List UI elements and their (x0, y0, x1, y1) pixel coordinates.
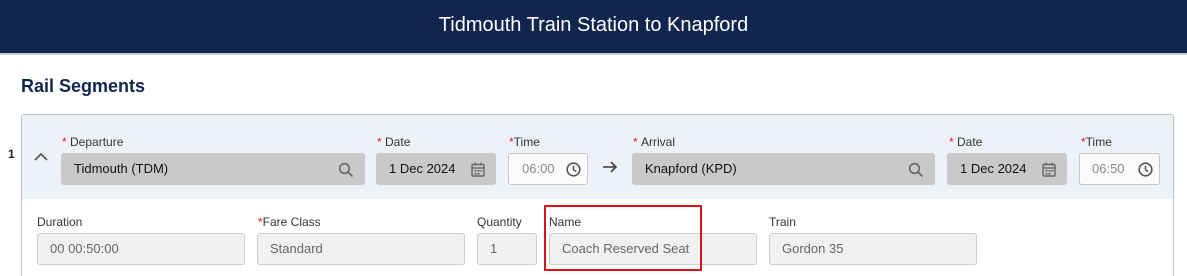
arrival-field[interactable]: Knapford (KPD) (632, 153, 935, 185)
train-value: Gordon 35 (782, 241, 844, 256)
fare-class-value: Standard (270, 241, 323, 256)
segment-number: 1 (8, 147, 15, 161)
search-icon[interactable] (908, 162, 924, 178)
fare-class-label-text: Fare Class (262, 215, 321, 229)
quantity-value: 1 (490, 241, 498, 256)
arrival-date-label: * Date (949, 135, 982, 149)
departure-time-label: *Time (509, 135, 540, 149)
duration-field[interactable]: 00 00:50:00 (37, 233, 245, 265)
header-divider (0, 53, 1187, 55)
departure-time-label-text: Time (513, 135, 540, 149)
arrival-time-value: 06:50 (1092, 161, 1125, 176)
calendar-icon[interactable] (471, 162, 485, 177)
fare-class-label: *Fare Class (258, 215, 321, 229)
required-marker: * (949, 135, 954, 149)
search-icon[interactable] (338, 162, 354, 178)
highlight-box (544, 205, 702, 271)
arrival-time-label-text: Time (1085, 135, 1112, 149)
calendar-icon[interactable] (1042, 162, 1056, 177)
clock-icon[interactable] (1138, 162, 1153, 177)
departure-label: * Departure (62, 135, 123, 149)
page-title: Tidmouth Train Station to Knapford (438, 14, 749, 36)
quantity-label: Quantity (477, 215, 522, 229)
section-title: Rail Segments (21, 76, 146, 96)
required-marker: * (62, 135, 67, 149)
departure-value: Tidmouth (TDM) (74, 161, 169, 176)
departure-field[interactable]: Tidmouth (TDM) (61, 153, 365, 185)
clock-icon[interactable] (566, 162, 581, 177)
arrival-date-value: 1 Dec 2024 (960, 161, 1027, 176)
required-marker: * (633, 135, 638, 149)
arrival-value: Knapford (KPD) (645, 161, 737, 176)
required-marker: * (377, 135, 382, 149)
departure-time-value: 06:00 (522, 161, 555, 176)
train-field[interactable]: Gordon 35 (769, 233, 977, 265)
departure-date-label-text: Date (385, 135, 411, 149)
chevron-up-icon[interactable] (33, 149, 49, 165)
duration-value: 00 00:50:00 (50, 241, 119, 256)
arrival-date-label-text: Date (957, 135, 983, 149)
page-header: Tidmouth Train Station to Knapford (0, 0, 1187, 53)
arrival-label-text: Arrival (641, 135, 676, 149)
duration-label: Duration (37, 215, 83, 229)
fare-class-field[interactable]: Standard (257, 233, 465, 265)
arrival-label: * Arrival (633, 135, 675, 149)
departure-label-text: Departure (70, 135, 124, 149)
departure-date-label: * Date (377, 135, 410, 149)
train-label: Train (769, 215, 796, 229)
arrival-time-label: *Time (1081, 135, 1112, 149)
departure-date-value: 1 Dec 2024 (389, 161, 456, 176)
arrow-right-icon (603, 161, 618, 173)
quantity-field[interactable]: 1 (477, 233, 537, 265)
